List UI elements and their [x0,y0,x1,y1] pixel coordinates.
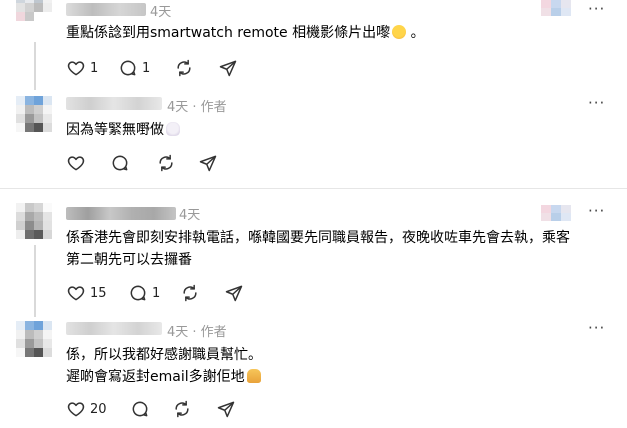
repost-icon [175,400,189,418]
like-button[interactable]: 15 [66,283,107,303]
post-time: 4天 [150,5,172,20]
post-time: 4天 · 作者 [167,325,227,340]
send-icon [217,401,235,418]
repost-icon [177,59,191,77]
post-actions: 20 [66,399,266,419]
heart-icon [67,61,85,76]
skull-emoji-icon [166,122,180,136]
username-blurred[interactable] [66,207,176,220]
username-blurred[interactable] [66,97,162,110]
more-options-button[interactable]: ··· [588,94,605,112]
like-button[interactable]: 20 [66,399,107,419]
share-button[interactable] [216,399,236,419]
media-thumbnail[interactable] [541,205,571,229]
repost-button[interactable] [180,283,200,303]
comment-icon [120,60,136,76]
more-options-button[interactable]: ··· [588,202,605,220]
repost-button[interactable] [172,399,192,419]
heart-icon [67,286,85,301]
heart-icon [67,402,85,417]
avatar[interactable] [16,0,52,30]
repost-button[interactable] [156,153,176,173]
avatar[interactable] [16,203,52,239]
reply-button[interactable] [110,153,130,173]
post-text: 係，所以我都好感謝職員幫忙。 遲啲會寫返封email多謝佢地 [66,344,262,388]
comment-icon [132,401,148,417]
laughing-emoji-icon [392,25,407,39]
post-time: 4天 [179,208,201,223]
media-thumbnail[interactable] [541,0,571,24]
post-divider [0,188,627,189]
post-text: 係香港先會即刻安排執電話，喺韓國要先同職員報告，夜晚收咗車先會去執，乘客 第二朝… [66,227,570,271]
send-icon [219,60,237,77]
share-button[interactable] [198,153,218,173]
share-button[interactable] [218,58,238,78]
post-text-line: 遲啲會寫返封email多謝佢地 [66,369,245,385]
heart-icon [67,156,85,171]
post-text-line: 第二朝先可以去攞番 [66,252,192,268]
thread-line [34,42,36,90]
post-time: 4天 · 作者 [167,100,227,115]
post-text-line: 係香港先會即刻安排執電話，喺韓國要先同職員報告，夜晚收咗車先會去執，乘客 [66,230,570,246]
like-button[interactable]: 1 [66,58,98,78]
send-icon [199,155,217,172]
post-actions [66,153,266,173]
share-button[interactable] [224,283,244,303]
reply-count: 1 [142,60,151,76]
like-count: 15 [90,285,107,301]
thread-line [34,245,36,317]
reply-count: 1 [152,285,161,301]
like-count: 20 [90,401,107,417]
more-options-button[interactable]: ··· [588,319,605,337]
avatar[interactable] [16,321,52,357]
comment-icon [130,285,146,301]
repost-icon [159,154,173,172]
avatar[interactable] [16,96,52,132]
like-count: 1 [90,60,99,76]
repost-icon [183,284,197,302]
username-blurred[interactable] [66,3,146,16]
repost-button[interactable] [174,58,194,78]
post-actions: 15 1 [66,283,266,303]
praying-hands-emoji-icon [246,369,261,383]
post-text: 重點係諗到用smartwatch remote 相機影條片出嚟 。 [66,22,425,44]
post-text-line: 係，所以我都好感謝職員幫忙。 [66,347,262,363]
more-options-button[interactable]: ··· [588,0,605,18]
post-text-line: 因為等緊無嘢做 [66,122,164,138]
post-text-line: 重點係諗到用smartwatch remote 相機影條片出嚟 [66,25,391,41]
post-text-line: 。 [410,25,425,41]
reply-button[interactable]: 1 [128,283,160,303]
post-actions: 1 1 [66,58,266,78]
reply-button[interactable]: 1 [118,58,150,78]
comment-icon [112,155,128,171]
like-button[interactable] [66,153,86,173]
username-blurred[interactable] [66,322,162,335]
reply-button[interactable] [130,399,150,419]
send-icon [225,285,243,302]
post-text: 因為等緊無嘢做 [66,119,180,141]
